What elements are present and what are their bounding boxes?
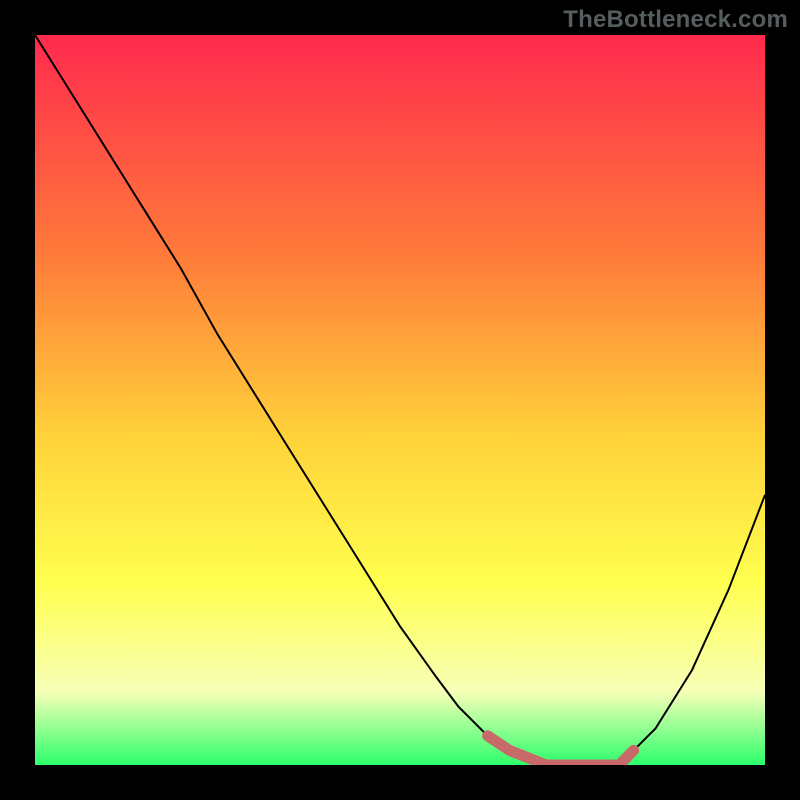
bottleneck-chart <box>35 35 765 765</box>
watermark-text: TheBottleneck.com <box>563 6 788 34</box>
chart-container: TheBottleneck.com <box>0 0 800 800</box>
gradient-background <box>35 35 765 765</box>
plot-area <box>35 35 765 765</box>
